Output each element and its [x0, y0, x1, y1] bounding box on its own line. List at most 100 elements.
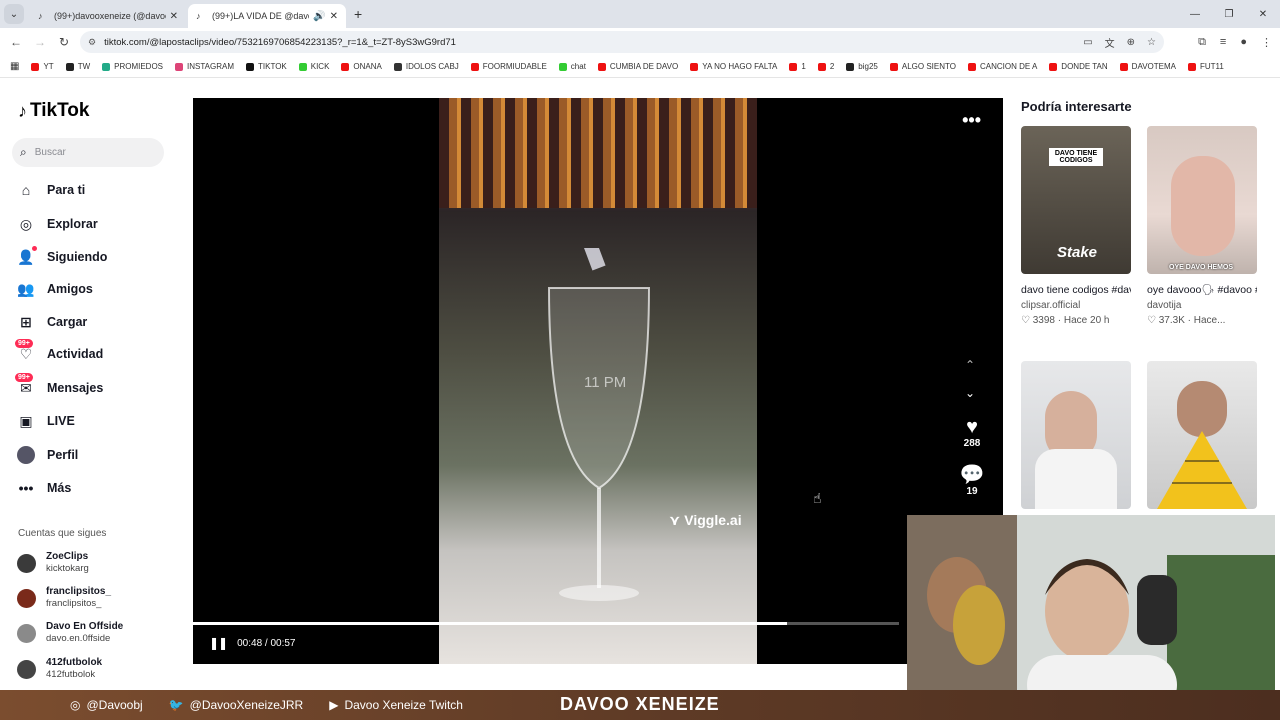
nav-amigos[interactable]: 👥 Amigos [17, 277, 93, 301]
forward-icon[interactable]: → [28, 35, 52, 49]
video-overlay-text: 11 PM [584, 374, 627, 391]
heart-icon: ♥ [966, 416, 978, 438]
bookmark-item[interactable]: ALGO SIENTO [889, 62, 956, 71]
video-progress-bar[interactable] [193, 622, 899, 625]
nav-mas[interactable]: ••• Más [17, 476, 72, 500]
bookmark-item[interactable]: TIKTOK [246, 62, 287, 71]
bookmark-favicon-icon [1119, 62, 1128, 71]
instagram-icon: ◎ [70, 698, 81, 712]
following-account[interactable]: ZoeClips kicktokarg [17, 548, 89, 578]
bookmark-favicon-icon [889, 62, 898, 71]
live-icon: ▣ [19, 412, 33, 429]
reload-icon[interactable]: ↻ [52, 35, 76, 49]
bookmark-item[interactable]: KICK [298, 62, 329, 71]
following-account[interactable]: franclipsitos_ franclipsitos_ [17, 583, 111, 613]
bookmark-item[interactable]: ONANA [341, 62, 382, 71]
nav-siguiendo[interactable]: 👤 Siguiendo [17, 245, 107, 269]
tab-search-button[interactable]: ⌄ [4, 4, 24, 24]
comment-button[interactable]: 💬 19 [955, 464, 989, 497]
video-progress-fill [193, 622, 788, 625]
recommended-video-card[interactable] [1147, 361, 1257, 509]
cast-icon[interactable]: ▭ [1083, 37, 1092, 48]
restore-icon[interactable]: ❐ [1212, 9, 1246, 20]
search-input[interactable]: ⌕ Buscar [12, 138, 164, 167]
address-toolbar: ← → ↻ ⚙ tiktok.com/@lapostaclips/video/7… [0, 28, 1280, 56]
tiktok-logo[interactable]: ♪ TikTok [18, 100, 89, 122]
browser-tab-active[interactable]: ♪ (99+)LA VIDA DE @davooxe 🔊 ✕ [188, 4, 346, 28]
site-info-icon[interactable]: ⚙ [88, 37, 96, 48]
pause-icon[interactable]: ❚❚ [209, 636, 228, 650]
bookmark-item[interactable]: 2 [817, 62, 834, 71]
mouse-cursor-icon: ☝ [813, 490, 822, 506]
speaker-icon[interactable]: 🔊 [313, 11, 325, 22]
zoom-icon[interactable]: ⊕ [1127, 37, 1135, 48]
new-tab-button[interactable]: + [354, 6, 362, 22]
more-options-icon[interactable]: ••• [962, 110, 981, 131]
following-account[interactable]: 412futbolok 412futbolok [17, 654, 102, 684]
tiktok-sidebar: ♪ TikTok ⌕ Buscar ⌂ Para ti ◎ Explorar 👤… [0, 80, 190, 690]
bookmark-item[interactable]: CUMBIA DE DAVO [597, 62, 678, 71]
browser-menu-icon[interactable]: ⋮ [1261, 36, 1272, 49]
account-avatar [17, 623, 36, 643]
nav-cargar[interactable]: ⊞ Cargar [17, 310, 87, 334]
twitter-handle: 🐦 @DavooXeneizeJRR [168, 698, 304, 712]
bookmark-item[interactable]: big25 [846, 62, 878, 71]
bookmark-favicon-icon [341, 62, 350, 71]
next-video-icon[interactable]: ⌄ [965, 386, 975, 400]
search-placeholder: Buscar [34, 147, 66, 158]
nav-actividad[interactable]: ♡ 99+ Actividad [15, 339, 103, 366]
bookmark-item[interactable]: CANCION DE A [967, 62, 1037, 71]
bookmark-item[interactable]: FUT11 [1187, 62, 1224, 71]
nav-para-ti[interactable]: ⌂ Para ti [17, 178, 85, 202]
bookmark-favicon-icon [65, 62, 74, 71]
bookmark-item[interactable]: TW [65, 62, 90, 71]
extensions-icon[interactable]: ⧉ [1198, 36, 1206, 49]
video-thumbnail: DAVO TIENE CODIGOS Stake [1021, 126, 1131, 274]
previous-video-icon[interactable]: ⌃ [965, 358, 975, 372]
bookmark-item[interactable]: chat [558, 62, 586, 71]
bookmark-star-icon[interactable]: ☆ [1147, 37, 1156, 48]
bookmark-item[interactable]: FOORMIUDABLE [470, 62, 547, 71]
close-tab-icon[interactable]: ✕ [330, 11, 338, 22]
nav-explorar[interactable]: ◎ Explorar [17, 212, 98, 236]
compass-icon: ◎ [19, 215, 33, 232]
bookmark-item[interactable]: YA NO HAGO FALTA [690, 62, 777, 71]
like-button[interactable]: ♥ 288 [955, 416, 989, 449]
close-tab-icon[interactable]: ✕ [170, 11, 178, 22]
nav-mensajes[interactable]: ✉ 99+ Mensajes [15, 373, 103, 400]
recommended-video-card[interactable]: OYE DAVO HEMOS oye davooo🗣 #davoo #Argen… [1147, 126, 1257, 326]
url-bar[interactable]: ⚙ tiktok.com/@lapostaclips/video/7532169… [80, 31, 1164, 53]
messages-icon: ✉ 99+ [15, 373, 35, 397]
bookmark-item[interactable]: 1 [789, 62, 806, 71]
like-count: 288 [963, 438, 981, 449]
bookmark-favicon-icon [967, 62, 976, 71]
more-icon: ••• [18, 480, 34, 496]
video-player[interactable]: 11 PM ⋎ Viggle.ai ••• ⌃ ⌄ ♥ 288 💬 19 ❚❚ … [193, 98, 1003, 664]
following-icon: 👤 [17, 246, 37, 266]
close-window-icon[interactable]: ✕ [1246, 9, 1280, 20]
following-account[interactable]: Davo En Offside davo.en.0ffside [17, 618, 123, 648]
bookmark-favicon-icon [31, 62, 40, 71]
bookmark-item[interactable]: PROMIEDOS [102, 62, 163, 71]
tiktok-favicon-icon: ♪ [38, 11, 43, 21]
bookmark-item[interactable]: YT [31, 62, 54, 71]
back-icon[interactable]: ← [4, 35, 28, 49]
recommended-video-card[interactable]: DAVO TIENE CODIGOS Stake davo tiene codi… [1021, 126, 1131, 326]
viggle-watermark: ⋎ Viggle.ai [669, 512, 742, 528]
bookmark-item[interactable]: DONDE TAN [1049, 62, 1108, 71]
youtube-icon: ▶ [329, 698, 339, 712]
media-icon[interactable]: ≡ [1220, 36, 1226, 48]
bookmark-item[interactable]: INSTAGRAM [175, 62, 234, 71]
profile-icon[interactable]: ● [1240, 36, 1247, 48]
apps-icon[interactable]: ▦ [10, 61, 19, 72]
nav-live[interactable]: ▣ LIVE [17, 409, 74, 433]
translate-icon[interactable]: 文 [1105, 35, 1115, 50]
video-frame[interactable]: 11 PM ⋎ Viggle.ai [439, 98, 757, 664]
bookmark-item[interactable]: IDOLOS CABJ [393, 62, 459, 71]
nav-perfil[interactable]: Perfil [17, 443, 78, 467]
browser-tab[interactable]: ♪ (99+)davooxeneize (@davooxe ✕ [30, 4, 186, 28]
minimize-icon[interactable]: — [1178, 9, 1212, 20]
bookmark-item[interactable]: DAVOTEMA [1119, 62, 1176, 71]
recommended-video-card[interactable] [1021, 361, 1131, 509]
background-lights [439, 98, 757, 208]
